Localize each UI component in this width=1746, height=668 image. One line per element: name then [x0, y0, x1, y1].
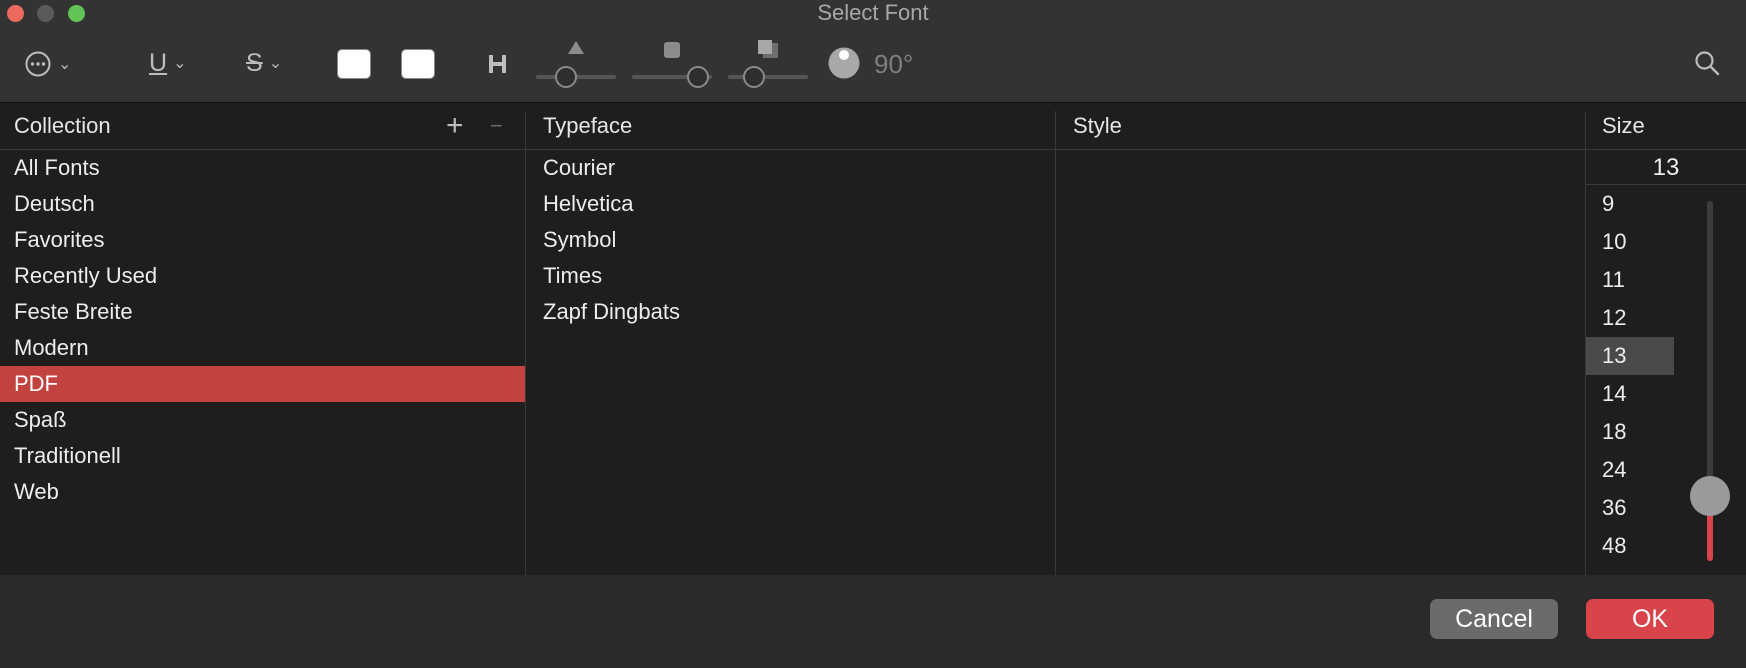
add-collection-button[interactable]: +: [446, 103, 464, 149]
search-icon[interactable]: [1694, 50, 1720, 76]
size-item[interactable]: 14: [1586, 375, 1674, 413]
typeface-item[interactable]: Times: [543, 258, 1043, 294]
collection-item[interactable]: Feste Breite: [0, 294, 525, 330]
rotation-value: 90°: [874, 49, 914, 79]
size-item[interactable]: 10: [1586, 223, 1674, 261]
window-title: Select Font: [817, 0, 929, 25]
collection-item[interactable]: Recently Used: [0, 258, 525, 294]
size-item[interactable]: 18: [1586, 413, 1674, 451]
size-column-header: Size: [1602, 113, 1645, 138]
chevron-down-icon: ⌄: [268, 55, 283, 72]
size-item[interactable]: 11: [1586, 261, 1674, 299]
rotation-dial-icon[interactable]: [827, 46, 861, 80]
shadow-blur-icon: [664, 42, 680, 58]
size-input[interactable]: 13: [1586, 151, 1746, 185]
typeface-item[interactable]: Helvetica: [543, 186, 1043, 222]
collection-item[interactable]: Traditionell: [0, 438, 525, 474]
typeface-column-header: Typeface: [543, 113, 633, 138]
collection-column-header: Collection: [14, 113, 111, 138]
collection-item[interactable]: Modern: [0, 330, 525, 366]
typeface-item[interactable]: Courier: [543, 150, 1043, 186]
collection-item[interactable]: Deutsch: [0, 186, 525, 222]
shadow-offset-slider[interactable]: [728, 75, 808, 79]
remove-collection-button[interactable]: −: [490, 103, 503, 149]
underline-menu[interactable]: U ⌄: [149, 46, 186, 80]
more-options-icon: [25, 51, 51, 77]
document-color-swatch[interactable]: [401, 49, 435, 79]
font-panel-window: Select Font ⌄ U ⌄ S ⌄ 90° Collection + −…: [0, 0, 1746, 668]
chevron-down-icon: ⌄: [173, 55, 187, 72]
size-item[interactable]: 9: [1586, 185, 1674, 223]
titlebar: Select Font ⌄ U ⌄ S ⌄ 90°: [0, 0, 1746, 103]
ok-button[interactable]: OK: [1586, 599, 1714, 639]
size-item-selected[interactable]: 13: [1586, 337, 1674, 375]
size-item[interactable]: 24: [1586, 451, 1674, 489]
font-browser: Collection + − Typeface Style Size All F…: [0, 103, 1746, 575]
strikethrough-menu[interactable]: S ⌄: [246, 46, 282, 80]
shadow-offset-slider-knob[interactable]: [743, 66, 765, 88]
collection-item-selected[interactable]: PDF: [0, 366, 525, 402]
shadow-offset-icon: [758, 40, 778, 58]
underline-icon: U: [149, 48, 168, 77]
collection-item[interactable]: Web: [0, 474, 525, 510]
style-column-header: Style: [1073, 113, 1122, 138]
typeface-item[interactable]: Zapf Dingbats: [543, 294, 1043, 330]
cancel-button[interactable]: Cancel: [1430, 599, 1558, 639]
collection-item[interactable]: Favorites: [0, 222, 525, 258]
shadow-opacity-icon: [568, 41, 584, 54]
size-item[interactable]: 48: [1586, 527, 1674, 565]
text-spacing-icon[interactable]: [487, 52, 509, 76]
shadow-blur-slider-knob[interactable]: [687, 66, 709, 88]
strikethrough-icon: S: [246, 48, 263, 77]
collection-item[interactable]: All Fonts: [0, 150, 525, 186]
more-options-menu[interactable]: ⌄: [24, 48, 71, 80]
size-item[interactable]: 12: [1586, 299, 1674, 337]
column-divider: [525, 111, 526, 575]
typeface-item[interactable]: Symbol: [543, 222, 1043, 258]
chevron-down-icon: ⌄: [58, 56, 72, 73]
text-color-swatch[interactable]: [337, 49, 371, 79]
shadow-opacity-slider-knob[interactable]: [555, 66, 577, 88]
size-item[interactable]: 36: [1586, 489, 1674, 527]
collection-item[interactable]: Spaß: [0, 402, 525, 438]
style-list[interactable]: [1056, 150, 1585, 575]
size-slider-knob[interactable]: [1690, 476, 1730, 516]
